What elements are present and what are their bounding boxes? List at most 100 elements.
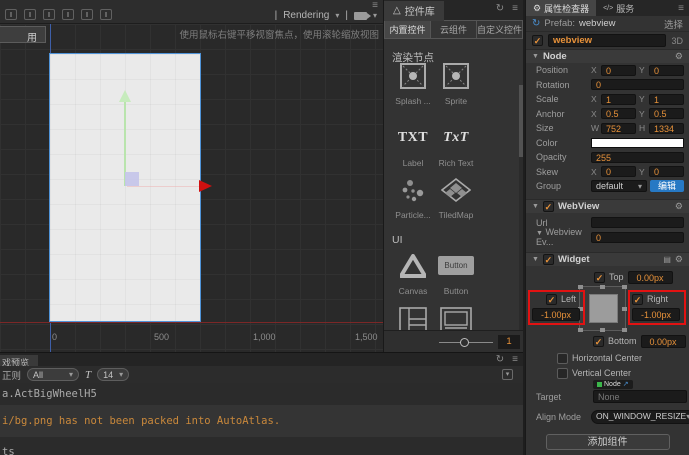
prefab-sync-icon[interactable]: ↻ <box>532 18 540 29</box>
log-line-warning[interactable]: i/bg.png has not been packed into AutoAt… <box>0 405 523 437</box>
webview-events-count-field[interactable]: 0 <box>591 231 684 243</box>
collapse-arrow-icon[interactable]: ▼ <box>532 53 539 60</box>
url-input[interactable] <box>591 217 684 229</box>
distribute-right-icon[interactable] <box>100 9 112 20</box>
library-item-canvas[interactable]: Canvas <box>391 252 435 296</box>
library-item-sprite[interactable]: Sprite <box>434 62 478 106</box>
copy-component-icon[interactable]: ▤ <box>663 255 671 264</box>
distribute-left-icon[interactable] <box>62 9 74 20</box>
node-section-header[interactable]: ▼ Node ⚙ <box>526 49 689 63</box>
zoom-slider-knob[interactable] <box>460 338 469 347</box>
collapse-arrow-icon[interactable]: ▼ <box>532 256 539 263</box>
align-right-icon[interactable] <box>43 9 55 20</box>
widget-library-panel: △ 控件库 ↻ ≡ 内置控件 云组件 自定义控件 渲染节点 Splash ...… <box>383 0 523 352</box>
dimension-toggle[interactable]: 3D <box>671 36 683 46</box>
refresh-icon[interactable]: ↻ <box>496 354 504 365</box>
webview-section-header[interactable]: ▼ ✓ WebView ⚙ <box>526 198 689 213</box>
ruler-tick: 0 <box>52 332 58 342</box>
position-x-field[interactable]: 0 <box>601 64 636 76</box>
gizmo-origin-handle[interactable] <box>125 172 139 186</box>
webview-enabled-checkbox[interactable]: ✓ <box>542 200 554 212</box>
partial-button[interactable]: 用 <box>0 26 46 44</box>
align-center-icon[interactable] <box>24 9 36 20</box>
chevron-down-icon[interactable]: ▾ <box>335 11 339 20</box>
library-item-webview[interactable] <box>434 306 478 330</box>
ruler-tick: 1,000 <box>253 332 276 342</box>
font-size-dropdown[interactable]: 14 ▾ <box>97 368 130 381</box>
scale-y-field[interactable]: 1 <box>649 93 684 105</box>
tab-services[interactable]: </> 服务 <box>596 0 641 16</box>
position-y-field[interactable]: 0 <box>649 64 684 76</box>
library-item-tiledmap[interactable]: TiledMap <box>434 176 478 220</box>
library-item-button[interactable]: Button Button <box>434 252 478 296</box>
scrollbar[interactable] <box>519 85 523 330</box>
scroll-to-bottom-icon[interactable]: ▾ <box>502 369 513 380</box>
group-dropdown[interactable]: default ▾ <box>591 180 647 193</box>
widget-top-field[interactable]: 0.00px <box>627 270 673 284</box>
camera-icon[interactable] <box>353 11 371 20</box>
tab-builtin-controls[interactable]: 内置控件 <box>384 20 431 39</box>
group-edit-button[interactable]: 编辑 <box>650 180 684 193</box>
panel-menu-icon[interactable]: ≡ <box>512 3 518 14</box>
size-h-field[interactable]: 1334 <box>649 122 684 134</box>
skew-x-field[interactable]: 0 <box>601 166 636 178</box>
library-item-splash[interactable]: Splash ... <box>391 62 435 106</box>
scene-viewport[interactable]: 使用鼠标右键平移视窗焦点，使用滚轮缩放视图 用 0 500 1,000 1,50… <box>0 24 383 352</box>
widget-top-checkbox[interactable]: ✓ <box>594 271 605 283</box>
distribute-center-icon[interactable] <box>81 9 93 20</box>
sprite-icon <box>434 62 478 89</box>
panel-menu-icon[interactable]: ≡ <box>678 3 684 14</box>
gear-icon[interactable]: ⚙ <box>675 51 683 62</box>
position-row: Position X 0 Y 0 <box>526 63 689 78</box>
size-w-field[interactable]: 752 <box>601 122 636 134</box>
zoom-value-field[interactable]: 1 <box>498 335 520 349</box>
opacity-field[interactable]: 255 <box>591 151 684 163</box>
horizontal-center-checkbox[interactable] <box>557 352 568 364</box>
tab-custom-controls[interactable]: 自定义控件 <box>477 20 523 39</box>
target-input[interactable]: None <box>593 389 687 403</box>
gear-icon[interactable]: ⚙ <box>675 201 683 212</box>
tab-property-inspector[interactable]: ⚙ 属性检查器 <box>526 0 597 16</box>
anchor-x-field[interactable]: 0.5 <box>601 108 636 120</box>
panel-menu-icon[interactable]: ≡ <box>512 354 518 365</box>
refresh-icon[interactable]: ↻ <box>496 3 504 14</box>
align-mode-dropdown[interactable]: ON_WINDOW_RESIZE ▾ <box>591 409 689 424</box>
external-link-icon[interactable]: ↗ <box>623 380 629 388</box>
gear-icon[interactable]: ⚙ <box>675 254 683 265</box>
anchor-y-field[interactable]: 0.5 <box>649 108 684 120</box>
library-item-particle[interactable]: Particle... <box>391 176 435 220</box>
log-line[interactable]: a.ActBigWheelH5 <box>0 383 523 405</box>
collapse-arrow-icon[interactable]: ▼ <box>532 203 539 210</box>
library-item-layout[interactable] <box>391 306 435 330</box>
library-item-label[interactable]: TXT Label <box>391 124 435 169</box>
widget-enabled-checkbox[interactable]: ✓ <box>542 253 554 265</box>
gizmo-x-arrow[interactable] <box>127 186 199 187</box>
log-line[interactable]: ts <box>0 437 523 455</box>
chevron-down-icon[interactable]: ▾ <box>373 11 377 20</box>
widget-anchor-diagram[interactable] <box>578 284 627 332</box>
skew-y-field[interactable]: 0 <box>649 166 684 178</box>
log-filter-dropdown[interactable]: All ▾ <box>27 368 80 381</box>
add-component-button[interactable]: 添加组件 <box>545 434 670 450</box>
rotation-field[interactable]: 0 <box>591 79 684 91</box>
console-panel: 戏预览 ↻ ≡ 正则 All ▾ T 14 ▾ ▾ a.ActBigWheelH… <box>0 352 523 455</box>
prefab-select-button[interactable]: 选择 <box>664 17 683 31</box>
color-swatch[interactable] <box>591 137 684 148</box>
widget-bottom-checkbox[interactable]: ✓ <box>593 335 604 347</box>
node-active-checkbox[interactable]: ✓ <box>532 35 543 46</box>
tab-cloud-components[interactable]: 云组件 <box>431 20 477 39</box>
align-left-icon[interactable] <box>5 9 17 20</box>
node-name-input[interactable]: webview <box>548 34 667 47</box>
widget-section-header[interactable]: ▼ ✓ Widget ▤ ⚙ <box>526 251 689 266</box>
size-row: Size W 752 H 1334 <box>526 121 689 136</box>
scale-x-field[interactable]: 1 <box>601 93 636 105</box>
prefab-value: webview <box>579 18 616 29</box>
vertical-center-checkbox[interactable] <box>557 367 568 379</box>
library-item-richtext[interactable]: TxT Rich Text <box>434 124 478 169</box>
rendering-dropdown[interactable]: Rendering <box>283 10 329 21</box>
scene-toolbar: ≡ | Rendering ▾ | ▾ <box>0 0 383 24</box>
widget-bottom-field[interactable]: 0.00px <box>640 334 686 348</box>
library-item-list: 渲染节点 Splash ... Sprite TXT Label TxT Ric… <box>384 40 523 330</box>
tab-widget-library[interactable]: △ 控件库 <box>384 0 444 21</box>
annotation-box-right <box>628 289 686 325</box>
